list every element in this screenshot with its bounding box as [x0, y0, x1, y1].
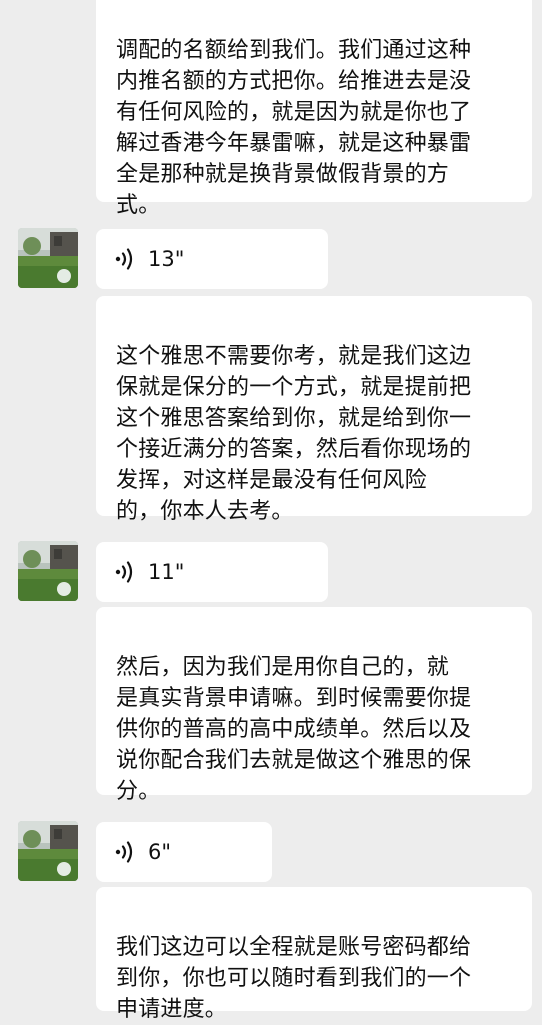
contact-avatar[interactable]	[18, 541, 78, 601]
message-bubble-1[interactable]: 调配的名额给到我们。我们通过这种 内推名额的方式把你。给推进去是没 有任何风险的…	[96, 0, 532, 218]
message-bubble-2[interactable]: 这个雅思不需要你考，就是我们这边 保就是保分的一个方式，就是提前把 这个雅思答案…	[96, 296, 532, 524]
message-text-4: 我们这边可以全程就是账号密码都给 到你，你也可以随时看到我们的一个 申请进度。	[116, 935, 472, 1022]
message-text-3: 然后，因为我们是用你自己的，就 是真实背景申请嘛。到时候需要你提 供你的普高的高…	[116, 655, 472, 804]
voice-duration: 6"	[148, 840, 172, 864]
message-text-1: 调配的名额给到我们。我们通过这种 内推名额的方式把你。给推进去是没 有任何风险的…	[116, 38, 472, 218]
message-bubble-3[interactable]: 然后，因为我们是用你自己的，就 是真实背景申请嘛。到时候需要你提 供你的普高的高…	[96, 607, 532, 804]
voice-wave-icon	[115, 561, 133, 583]
message-bubble-4[interactable]: 我们这边可以全程就是账号密码都给 到你，你也可以随时看到我们的一个 申请进度。	[96, 887, 532, 1022]
message-text-2: 这个雅思不需要你考，就是我们这边 保就是保分的一个方式，就是提前把 这个雅思答案…	[116, 344, 472, 524]
contact-avatar[interactable]	[18, 228, 78, 288]
voice-duration: 11"	[148, 560, 185, 584]
voice-message-11[interactable]: 11"	[96, 542, 328, 602]
voice-message-6[interactable]: 6"	[96, 822, 272, 882]
voice-wave-icon	[115, 248, 133, 270]
voice-wave-icon	[115, 841, 133, 863]
voice-duration: 13"	[148, 247, 185, 271]
contact-avatar[interactable]	[18, 821, 78, 881]
voice-message-13[interactable]: 13"	[96, 229, 328, 289]
